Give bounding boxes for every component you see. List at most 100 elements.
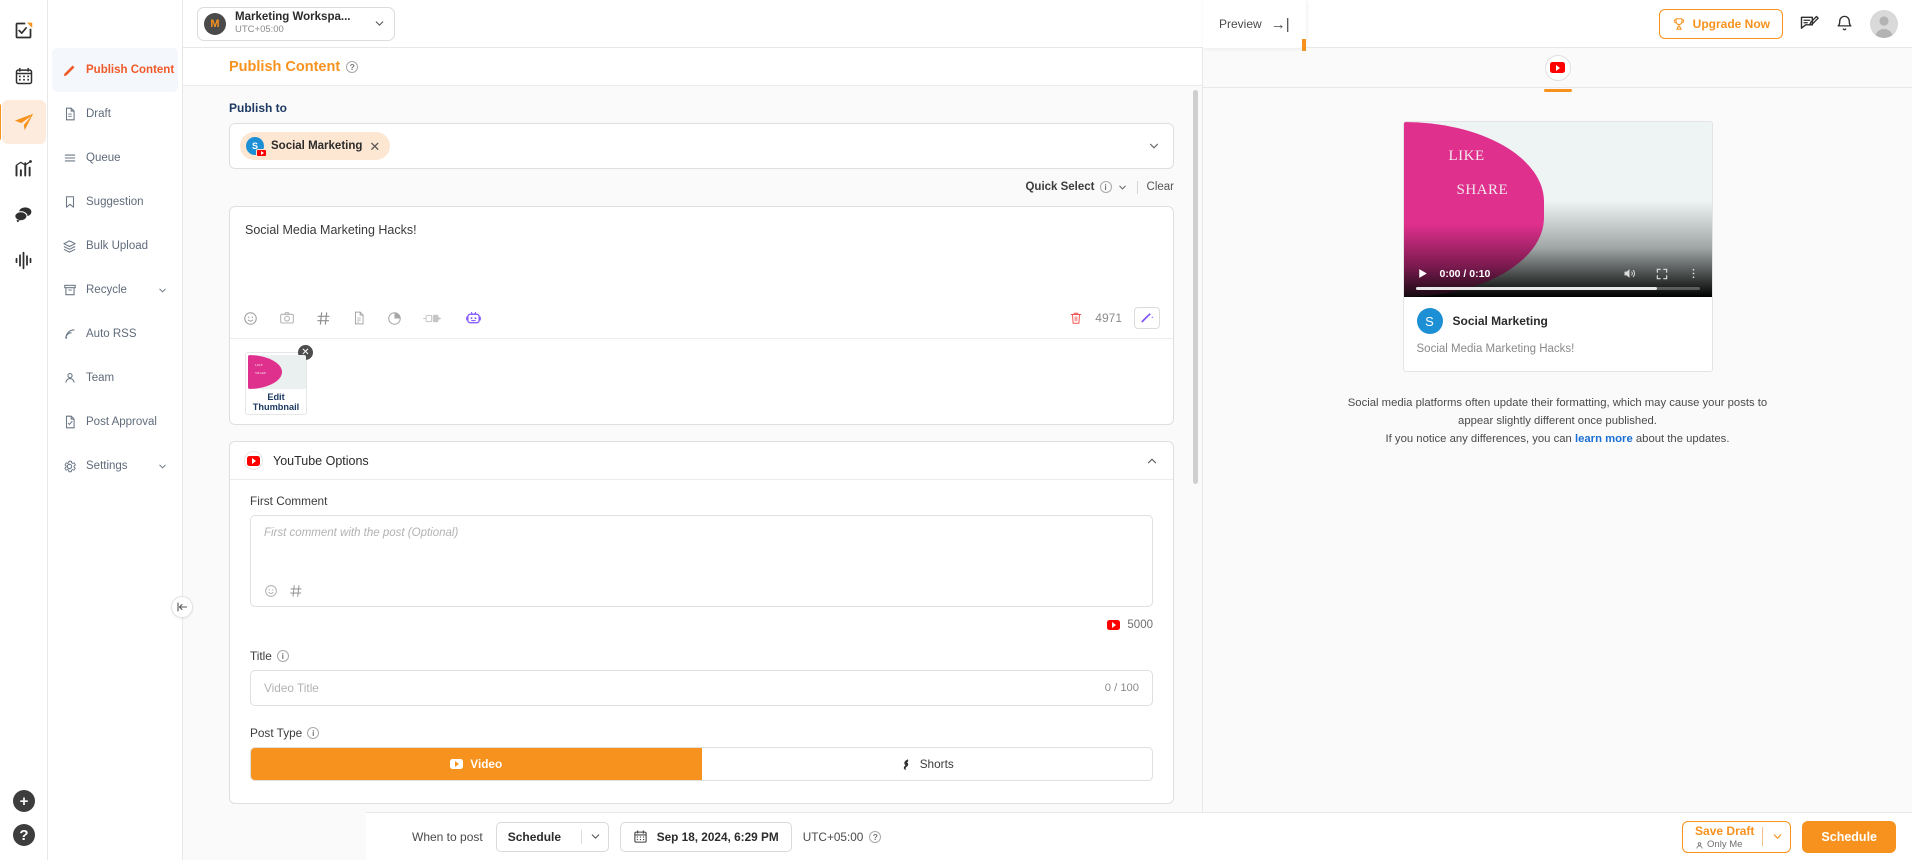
- sidebar-item-draft[interactable]: Draft: [52, 92, 178, 136]
- person-icon: [62, 371, 77, 386]
- sidebar-item-queue[interactable]: Queue: [52, 136, 178, 180]
- schedule-button[interactable]: Schedule: [1802, 820, 1896, 853]
- chevron-down-icon[interactable]: [1771, 830, 1784, 843]
- post-type-video-label: Video: [470, 757, 503, 771]
- learn-more-link[interactable]: learn more: [1575, 433, 1633, 445]
- video-title-input[interactable]: Video Title 0 / 100: [250, 670, 1153, 706]
- info-icon[interactable]: i: [307, 727, 320, 739]
- emoji-icon[interactable]: [264, 584, 278, 598]
- inbox-icon[interactable]: [2, 192, 46, 236]
- feedback-icon[interactable]: [1799, 14, 1819, 34]
- video-player[interactable]: LIKE SHARE 0:00 / 0:10: [1403, 122, 1712, 297]
- post-type-video-button[interactable]: Video: [251, 748, 702, 780]
- help-icon[interactable]: ?: [13, 824, 35, 846]
- post-type-shorts-label: Shorts: [919, 757, 954, 771]
- delete-icon[interactable]: [1069, 311, 1083, 325]
- thumbnail-strip: ✕ LIKE SHARE Edit Thumbnail: [230, 338, 1173, 424]
- sidebar-item-bulk-upload[interactable]: Bulk Upload: [52, 224, 178, 268]
- analytics-icon[interactable]: [2, 146, 46, 190]
- sidebar-item-recycle[interactable]: Recycle: [52, 268, 178, 312]
- camera-icon[interactable]: [279, 310, 295, 326]
- publish-to-field[interactable]: S Social Marketing ✕: [229, 123, 1174, 169]
- video-progress-bar[interactable]: [1415, 287, 1700, 290]
- sidebar-collapse-button[interactable]: [171, 596, 193, 618]
- hashtag-icon[interactable]: [316, 311, 331, 326]
- first-comment-toolbar: [264, 584, 1139, 606]
- schedule-mode-value: Schedule: [507, 829, 562, 844]
- sidebar-item-post-approval[interactable]: Post Approval: [52, 400, 178, 444]
- info-icon[interactable]: i: [1099, 181, 1112, 193]
- user-avatar[interactable]: [1870, 9, 1898, 38]
- bell-icon[interactable]: [1835, 14, 1854, 33]
- quick-select-button[interactable]: Quick Select i: [1025, 181, 1127, 193]
- sidebar-item-publish-content[interactable]: Publish Content: [52, 48, 178, 92]
- datetime-picker[interactable]: Sep 18, 2024, 6:29 PM: [619, 821, 792, 852]
- thumbnail-image: LIKE SHARE: [248, 355, 306, 389]
- sidebar-item-label: Recycle: [86, 284, 127, 296]
- account-chip[interactable]: S Social Marketing ✕: [240, 132, 391, 160]
- preview-avatar: S: [1416, 308, 1443, 334]
- sidebar-item-label: Auto RSS: [86, 328, 137, 340]
- sidebar-item-settings[interactable]: Settings: [52, 444, 178, 488]
- preview-collapse-button[interactable]: Preview →|: [1203, 0, 1306, 51]
- sidebar-item-label: Publish Content: [86, 64, 175, 76]
- editor-scrollbar[interactable]: [1193, 90, 1198, 484]
- main-area: M Marketing Workspa... UTC+05:00 Upgrade…: [183, 0, 1912, 860]
- ai-wand-button[interactable]: [1134, 307, 1160, 329]
- divider: [1762, 827, 1764, 846]
- chevron-down-icon: [373, 17, 386, 30]
- workspace-selector[interactable]: M Marketing Workspa... UTC+05:00: [197, 6, 395, 41]
- pie-clock-icon[interactable]: [387, 311, 402, 326]
- sidebar-item-auto-rss[interactable]: Auto RSS: [52, 312, 178, 356]
- pill-accent: [1301, 39, 1306, 51]
- volume-icon[interactable]: [1622, 266, 1637, 281]
- first-comment-field[interactable]: First comment with the post (Optional): [250, 515, 1153, 607]
- ai-robot-icon[interactable]: [465, 310, 482, 327]
- thumbnail-card[interactable]: ✕ LIKE SHARE Edit Thumbnail: [245, 345, 313, 415]
- save-draft-button[interactable]: Save Draft Only Me: [1682, 820, 1792, 853]
- composer-textarea[interactable]: Social Media Marketing Hacks!: [230, 207, 1173, 301]
- editor-scroll-area: Publish to S Social Marketing ✕ Quick Se…: [183, 86, 1202, 860]
- document-icon[interactable]: [352, 311, 366, 325]
- rail-bottom-actions: + ?: [0, 790, 48, 846]
- calendar-icon[interactable]: [2, 54, 46, 98]
- tab-active-underline: [1543, 88, 1572, 92]
- thumbnail-overlay-line1: LIKE: [255, 363, 263, 367]
- emoji-icon[interactable]: [243, 311, 258, 326]
- fullscreen-icon[interactable]: [1655, 267, 1669, 281]
- info-icon[interactable]: ?: [869, 830, 882, 843]
- when-to-post-label: When to post: [412, 829, 483, 844]
- sidebar-item-team[interactable]: Team: [52, 356, 178, 400]
- preview-card: LIKE SHARE 0:00 / 0:10 S Social Marketin…: [1402, 121, 1713, 372]
- composer-counters: 4971: [1069, 307, 1160, 329]
- insights-icon[interactable]: [2, 238, 46, 282]
- shorts-icon: [900, 758, 913, 771]
- clear-button[interactable]: Clear: [1147, 181, 1174, 193]
- disclaimer-line3-pre: If you notice any differences, you can: [1385, 432, 1575, 445]
- edit-thumbnail-label[interactable]: Edit Thumbnail: [248, 389, 304, 412]
- upgrade-now-button[interactable]: Upgrade Now: [1658, 8, 1783, 39]
- plug-icon[interactable]: [423, 312, 444, 325]
- save-draft-text-group: Save Draft Only Me: [1695, 822, 1754, 851]
- chevron-down-icon[interactable]: [1147, 139, 1161, 153]
- hashtag-icon[interactable]: [289, 584, 303, 598]
- more-options-icon[interactable]: [1687, 267, 1700, 280]
- add-icon[interactable]: +: [13, 790, 35, 812]
- publish-icon[interactable]: [0, 100, 46, 144]
- remove-account-icon[interactable]: ✕: [369, 140, 380, 153]
- chevron-up-icon[interactable]: [1145, 454, 1159, 468]
- schedule-mode-select[interactable]: Schedule: [495, 821, 609, 852]
- info-icon[interactable]: i: [276, 650, 289, 662]
- brand-logo-icon[interactable]: [2, 8, 46, 52]
- sidebar-item-suggestion[interactable]: Suggestion: [52, 180, 178, 224]
- tab-youtube[interactable]: [1543, 54, 1572, 92]
- account-avatar: S: [246, 137, 267, 157]
- approval-icon: [62, 415, 77, 430]
- play-button-icon[interactable]: [1416, 267, 1429, 280]
- post-type-shorts-button[interactable]: Shorts: [702, 748, 1153, 780]
- post-type-label-row: Post Type i: [250, 726, 1153, 740]
- youtube-options-header[interactable]: YouTube Options: [230, 442, 1173, 480]
- upgrade-label: Upgrade Now: [1692, 16, 1770, 31]
- bottom-bar: When to post Schedule Sep 18, 2024, 6:29…: [366, 812, 1912, 860]
- info-icon[interactable]: ?: [346, 60, 359, 73]
